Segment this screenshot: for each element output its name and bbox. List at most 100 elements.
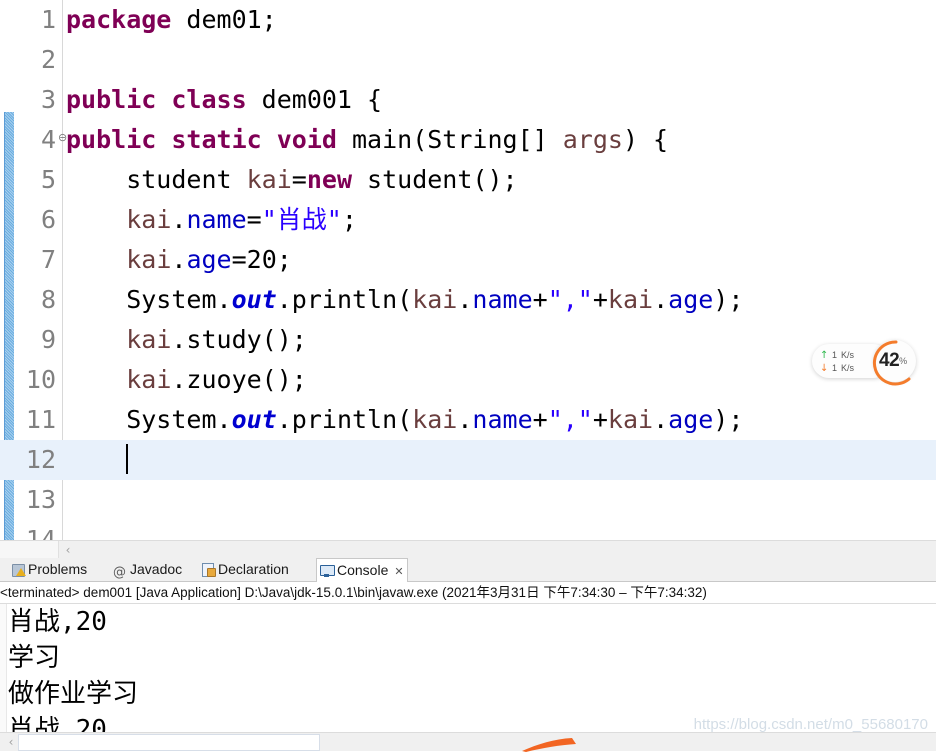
code-token: = [291, 165, 307, 194]
gauge-percent-label: 42% [879, 350, 919, 372]
network-speed-widget[interactable]: ↑ 1 K/s ↓ 1 K/s 42% [812, 340, 924, 386]
tab-problems[interactable]: Problems [8, 558, 90, 581]
code-token: . [171, 205, 187, 234]
at-sign-icon [113, 561, 128, 584]
line-number: 1 [40, 5, 56, 34]
editor-text-area[interactable]: 1 package dem01; 2 3 public class dem001 {4 ⊖… [0, 0, 936, 540]
code-token: package [66, 5, 172, 34]
scroll-left-arrow-icon[interactable]: ‹ [60, 541, 76, 558]
code-token: kai [412, 285, 458, 314]
code-text: kai.age=20; [66, 240, 292, 280]
code-text: public class dem001 { [66, 80, 382, 120]
code-line[interactable]: 9 kai.study(); [0, 320, 936, 360]
tab-console[interactable]: Console ✕ [316, 558, 408, 583]
console-scroll-left-arrow-icon[interactable]: ‹ [4, 733, 18, 751]
code-token: + [592, 405, 608, 434]
code-token: . [171, 245, 187, 274]
gauge-percent-value: 42 [879, 350, 900, 371]
code-line[interactable]: 4 ⊖ public static void main(String[] args)… [0, 120, 936, 160]
console-horizontal-scrollbar[interactable]: ‹ [0, 732, 936, 751]
download-arrow-icon: ↓ [820, 363, 829, 374]
code-line[interactable]: 1 package dem01; [0, 0, 936, 40]
code-token: out [231, 285, 277, 314]
code-text: kai.zuoye(); [66, 360, 307, 400]
console-output-line: 肖战,20 [8, 715, 107, 732]
code-token: ; [341, 205, 357, 234]
line-number: 2 [40, 45, 56, 74]
code-line[interactable]: 10 kai.zuoye(); [0, 360, 936, 400]
code-token: public class [66, 85, 247, 114]
code-line[interactable]: 13 [0, 480, 936, 520]
code-text [66, 440, 129, 480]
code-token: kai [126, 245, 172, 274]
code-token: new [306, 165, 352, 194]
gauge-percent-symbol: % [899, 356, 907, 366]
code-line[interactable]: 11 System.out.println(kai.name+","+kai.a… [0, 400, 936, 440]
download-speed-unit: K/s [841, 363, 855, 373]
cpu-usage-gauge[interactable]: 42% [870, 340, 924, 386]
code-line[interactable]: 5 student kai=new student(); [0, 160, 936, 200]
editor-horizontal-scrollbar[interactable]: ‹ [0, 540, 936, 558]
code-editor-pane[interactable]: 1 package dem01; 2 3 public class dem001 {4 ⊖… [0, 0, 936, 558]
code-line[interactable]: 12 [0, 440, 936, 480]
code-token: .println( [276, 405, 413, 434]
code-text: public static void main(String[] args) { [66, 120, 668, 160]
code-token: kai [126, 205, 172, 234]
code-token: "," [547, 285, 593, 314]
code-token: kai [246, 165, 292, 194]
view-tab-bar[interactable]: Problems Javadoc Declaration Console ✕ [0, 558, 936, 584]
code-token: name [186, 205, 247, 234]
code-line[interactable]: 6 kai.name="肖战"; [0, 200, 936, 240]
tab-label: Declaration [218, 561, 289, 577]
line-number: 5 [40, 165, 56, 194]
code-token: . [457, 285, 473, 314]
tab-declaration[interactable]: Declaration [198, 558, 292, 581]
download-speed-value: 1 [831, 363, 837, 373]
code-text: student kai=new student(); [66, 160, 517, 200]
code-token: = [246, 205, 262, 234]
code-token: System. [66, 285, 232, 314]
line-number: 6 [40, 205, 56, 234]
code-line[interactable]: 8 System.out.println(kai.name+","+kai.ag… [0, 280, 936, 320]
tab-javadoc[interactable]: Javadoc [110, 558, 185, 584]
code-token: + [592, 285, 608, 314]
console-monitor-icon [320, 563, 335, 578]
code-token: . [653, 405, 669, 434]
code-token: + [532, 405, 548, 434]
code-line[interactable]: 7 kai.age=20; [0, 240, 936, 280]
line-number: 10 [25, 365, 56, 394]
console-scrollbar-thumb[interactable] [18, 734, 320, 751]
close-icon[interactable]: ✕ [394, 560, 403, 583]
code-token: System. [66, 405, 232, 434]
upload-speed-row: ↑ 1 K/s [820, 348, 854, 362]
code-token: ); [713, 285, 744, 314]
tab-label: Console [337, 562, 389, 578]
line-number: 13 [25, 485, 56, 514]
line-number: 12 [25, 445, 56, 474]
declaration-icon [201, 562, 216, 577]
csdn-watermark: https://blog.csdn.net/m0_55680170 [693, 716, 928, 733]
line-number: 8 [40, 285, 56, 314]
console-output-area[interactable]: 肖战,20 学习 做作业学习 肖战,20 [0, 604, 936, 732]
line-number: 14 [25, 525, 56, 540]
warning-icon [11, 562, 26, 577]
code-line[interactable]: 3 public class dem001 { [0, 80, 936, 120]
console-left-margin [0, 604, 7, 732]
console-output-line: 做作业学习 [8, 679, 139, 709]
code-token: + [532, 285, 548, 314]
tab-label: Problems [28, 561, 88, 577]
line-number: 11 [25, 405, 56, 434]
code-line[interactable]: 14 [0, 520, 936, 540]
code-token: main(String[] [336, 125, 563, 154]
code-token: kai [126, 365, 172, 394]
code-token: dem001 { [246, 85, 383, 114]
code-token: kai [607, 405, 654, 434]
code-token: name [472, 405, 533, 434]
code-token: args [562, 125, 623, 154]
code-line[interactable]: 2 [0, 40, 936, 80]
code-token: age [186, 245, 232, 274]
code-text: package dem01; [66, 0, 277, 40]
text-caret [126, 444, 129, 474]
